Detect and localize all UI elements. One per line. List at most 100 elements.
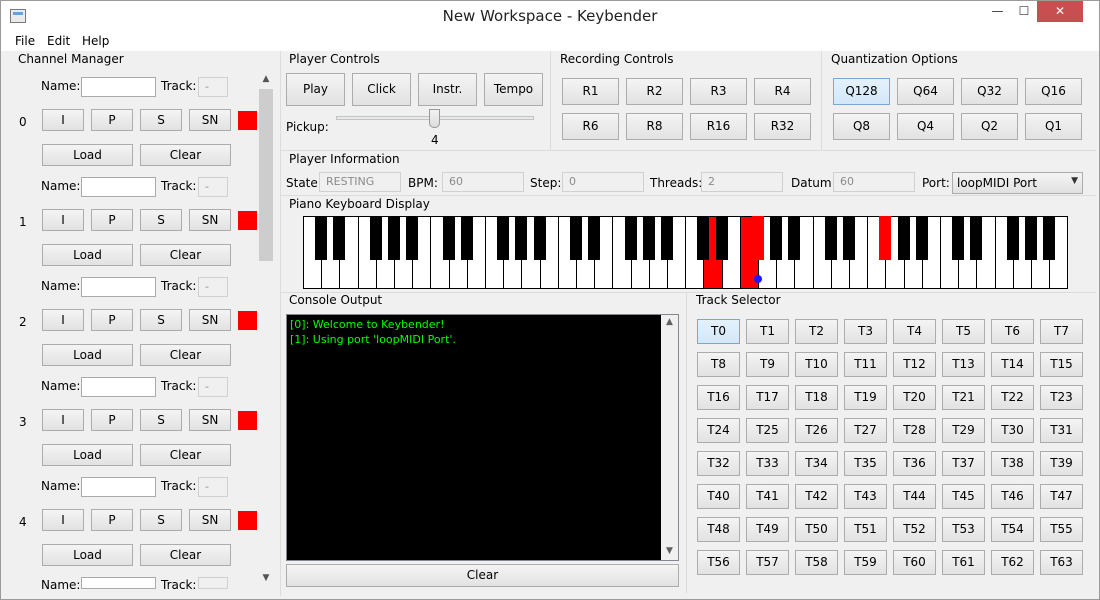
track-t20-button[interactable]: T20 bbox=[893, 385, 936, 410]
rec-r32-button[interactable]: R32 bbox=[754, 113, 811, 140]
black-key[interactable] bbox=[315, 216, 328, 260]
track-t45-button[interactable]: T45 bbox=[942, 484, 985, 509]
load-button[interactable]: Load bbox=[42, 144, 133, 166]
name-input[interactable] bbox=[81, 577, 156, 589]
track-t14-button[interactable]: T14 bbox=[991, 352, 1034, 377]
s-button[interactable]: S bbox=[140, 509, 182, 531]
clear-button[interactable]: Clear bbox=[140, 444, 231, 466]
track-t35-button[interactable]: T35 bbox=[844, 451, 887, 476]
track-t30-button[interactable]: T30 bbox=[991, 418, 1034, 443]
load-button[interactable]: Load bbox=[42, 544, 133, 566]
black-key[interactable] bbox=[333, 216, 346, 260]
black-key[interactable] bbox=[642, 216, 655, 260]
black-key[interactable] bbox=[497, 216, 510, 260]
black-key[interactable] bbox=[752, 216, 764, 260]
scrollbar-thumb[interactable] bbox=[259, 89, 273, 261]
quant-q128-button[interactable]: Q128 bbox=[833, 78, 890, 105]
track-t27-button[interactable]: T27 bbox=[844, 418, 887, 443]
black-key[interactable] bbox=[843, 216, 855, 260]
quant-q4-button[interactable]: Q4 bbox=[897, 113, 954, 140]
clear-button[interactable]: Clear bbox=[140, 344, 231, 366]
track-t62-button[interactable]: T62 bbox=[991, 550, 1034, 575]
i-button[interactable]: I bbox=[42, 309, 84, 331]
sn-button[interactable]: SN bbox=[189, 109, 231, 131]
track-t43-button[interactable]: T43 bbox=[844, 484, 887, 509]
sn-button[interactable]: SN bbox=[189, 309, 231, 331]
track-t37-button[interactable]: T37 bbox=[942, 451, 985, 476]
track-t34-button[interactable]: T34 bbox=[795, 451, 838, 476]
maximize-button[interactable]: ☐ bbox=[1011, 1, 1037, 22]
track-t53-button[interactable]: T53 bbox=[942, 517, 985, 542]
track-t19-button[interactable]: T19 bbox=[844, 385, 887, 410]
quant-q32-button[interactable]: Q32 bbox=[961, 78, 1018, 105]
track-t0-button[interactable]: T0 bbox=[697, 319, 740, 344]
track-t48-button[interactable]: T48 bbox=[697, 517, 740, 542]
quant-q2-button[interactable]: Q2 bbox=[961, 113, 1018, 140]
instrument-button[interactable]: Instr. bbox=[418, 73, 477, 106]
track-t47-button[interactable]: T47 bbox=[1040, 484, 1083, 509]
clear-button[interactable]: Clear bbox=[140, 144, 231, 166]
p-button[interactable]: P bbox=[91, 109, 133, 131]
track-t15-button[interactable]: T15 bbox=[1040, 352, 1083, 377]
i-button[interactable]: I bbox=[42, 509, 84, 531]
quant-q1-button[interactable]: Q1 bbox=[1025, 113, 1082, 140]
sn-button[interactable]: SN bbox=[189, 209, 231, 231]
track-t40-button[interactable]: T40 bbox=[697, 484, 740, 509]
track-t3-button[interactable]: T3 bbox=[844, 319, 887, 344]
track-t51-button[interactable]: T51 bbox=[844, 517, 887, 542]
track-t56-button[interactable]: T56 bbox=[697, 550, 740, 575]
s-button[interactable]: S bbox=[140, 109, 182, 131]
black-key[interactable] bbox=[388, 216, 400, 260]
i-button[interactable]: I bbox=[42, 409, 84, 431]
black-key[interactable] bbox=[442, 216, 455, 260]
black-key[interactable] bbox=[661, 216, 673, 260]
black-key[interactable] bbox=[970, 216, 983, 260]
track-t24-button[interactable]: T24 bbox=[697, 418, 740, 443]
track-t61-button[interactable]: T61 bbox=[942, 550, 985, 575]
rec-r1-button[interactable]: R1 bbox=[562, 78, 619, 105]
track-t5-button[interactable]: T5 bbox=[942, 319, 985, 344]
track-t2-button[interactable]: T2 bbox=[795, 319, 838, 344]
rec-r8-button[interactable]: R8 bbox=[626, 113, 683, 140]
track-t8-button[interactable]: T8 bbox=[697, 352, 740, 377]
track-t50-button[interactable]: T50 bbox=[795, 517, 838, 542]
black-key[interactable] bbox=[1043, 216, 1056, 260]
black-key[interactable] bbox=[460, 216, 473, 260]
track-t28-button[interactable]: T28 bbox=[893, 418, 936, 443]
track-t60-button[interactable]: T60 bbox=[893, 550, 936, 575]
track-t36-button[interactable]: T36 bbox=[893, 451, 936, 476]
track-t59-button[interactable]: T59 bbox=[844, 550, 887, 575]
track-t55-button[interactable]: T55 bbox=[1040, 517, 1083, 542]
track-t54-button[interactable]: T54 bbox=[991, 517, 1034, 542]
track-t41-button[interactable]: T41 bbox=[746, 484, 789, 509]
track-t57-button[interactable]: T57 bbox=[746, 550, 789, 575]
rec-r3-button[interactable]: R3 bbox=[690, 78, 747, 105]
name-input[interactable] bbox=[81, 277, 156, 297]
pickup-slider-handle[interactable] bbox=[429, 109, 440, 128]
rec-r6-button[interactable]: R6 bbox=[562, 113, 619, 140]
close-button[interactable]: ✕ bbox=[1037, 1, 1083, 22]
track-t26-button[interactable]: T26 bbox=[795, 418, 838, 443]
p-button[interactable]: P bbox=[91, 409, 133, 431]
track-t29-button[interactable]: T29 bbox=[942, 418, 985, 443]
rec-r2-button[interactable]: R2 bbox=[626, 78, 683, 105]
console-clear-button[interactable]: Clear bbox=[286, 564, 679, 587]
track-t10-button[interactable]: T10 bbox=[795, 352, 838, 377]
clear-button[interactable]: Clear bbox=[140, 244, 231, 266]
rec-r16-button[interactable]: R16 bbox=[690, 113, 747, 140]
black-key[interactable] bbox=[369, 216, 382, 260]
black-key[interactable] bbox=[952, 216, 965, 260]
scroll-up-icon[interactable]: ▲ bbox=[661, 317, 678, 327]
play-button[interactable]: Play bbox=[286, 73, 345, 106]
black-key[interactable] bbox=[624, 216, 637, 260]
track-t38-button[interactable]: T38 bbox=[991, 451, 1034, 476]
black-key[interactable] bbox=[697, 216, 710, 260]
black-key[interactable] bbox=[533, 216, 546, 260]
black-key[interactable] bbox=[715, 216, 728, 260]
s-button[interactable]: S bbox=[140, 209, 182, 231]
tempo-button[interactable]: Tempo bbox=[484, 73, 543, 106]
black-key[interactable] bbox=[1006, 216, 1019, 260]
channel-scrollbar[interactable]: ▲ ▼ bbox=[258, 71, 274, 589]
track-t18-button[interactable]: T18 bbox=[795, 385, 838, 410]
track-t6-button[interactable]: T6 bbox=[991, 319, 1034, 344]
